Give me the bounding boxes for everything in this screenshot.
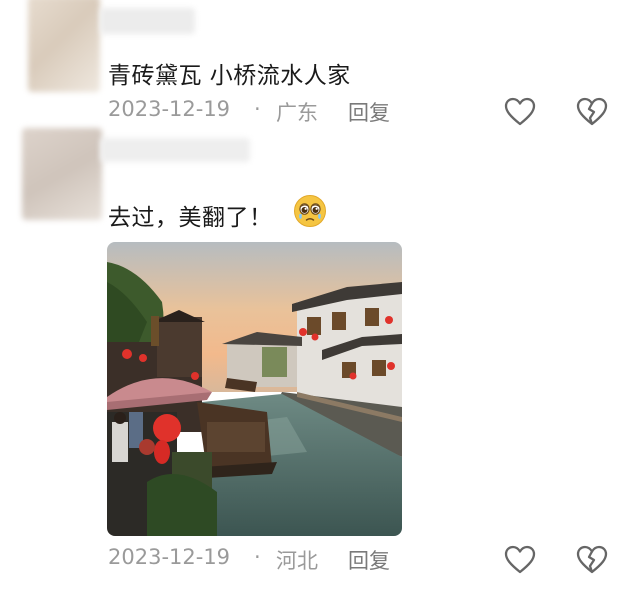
comment-text: 青砖黛瓦 小桥流水人家 xyxy=(108,63,351,89)
broken-heart-icon[interactable] xyxy=(574,542,610,578)
heart-outline-icon[interactable] xyxy=(502,542,538,578)
broken-heart-icon[interactable] xyxy=(574,94,610,130)
avatar[interactable] xyxy=(22,128,102,220)
teary-eyed-face-emoji xyxy=(293,194,327,228)
reply-button[interactable]: 回复 xyxy=(348,545,390,575)
meta-separator: · xyxy=(254,97,261,121)
username-blurred[interactable] xyxy=(100,138,250,162)
comment-date: 2023-12-19 xyxy=(108,545,231,569)
comment-thread: 青砖黛瓦 小桥流水人家 2023-12-19 · 广东 回复 去过，美翻了！ 2… xyxy=(0,0,640,600)
comment-date: 2023-12-19 xyxy=(108,97,231,121)
comment-photo[interactable] xyxy=(107,242,402,536)
comment-location: 广东 xyxy=(276,101,318,125)
comment-text: 去过，美翻了！ xyxy=(108,205,273,231)
heart-outline-icon[interactable] xyxy=(502,94,538,130)
avatar[interactable] xyxy=(28,0,100,92)
comment-location: 河北 xyxy=(276,549,318,573)
meta-separator: · xyxy=(254,545,261,569)
username-blurred[interactable] xyxy=(100,8,195,34)
reply-button[interactable]: 回复 xyxy=(348,97,390,127)
